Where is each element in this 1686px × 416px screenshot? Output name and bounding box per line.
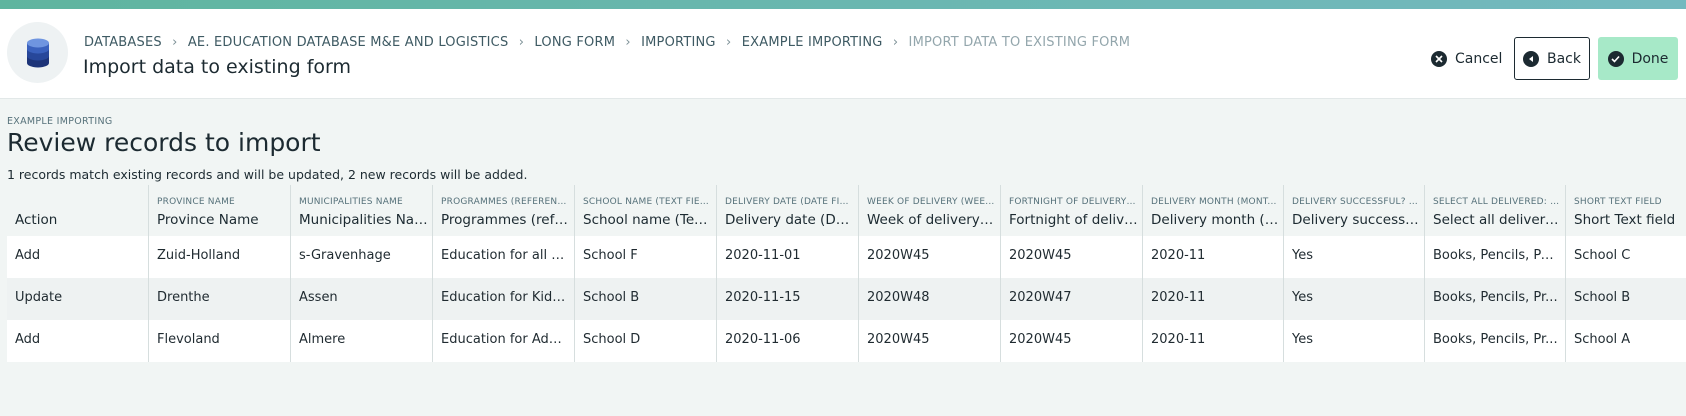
breadcrumb-long-form[interactable]: LONG FORM	[534, 35, 615, 50]
chevron-right-icon: ›	[172, 34, 178, 50]
top-accent-bar	[0, 0, 1686, 9]
table-cell: School F	[575, 236, 717, 278]
table-cell: Books, Pencils, Pa...	[1425, 236, 1566, 278]
table-cell: Education for all 2...	[433, 236, 575, 278]
chevron-right-icon: ›	[726, 34, 732, 50]
check-circle-icon	[1607, 50, 1624, 67]
table-cell: Books, Pencils, Pr...	[1425, 278, 1566, 320]
table-cell: Zuid-Holland	[149, 236, 291, 278]
section-title: Review records to import	[7, 128, 321, 157]
table-cell: 2020-11-01	[717, 236, 859, 278]
table-cell: Yes	[1284, 320, 1425, 362]
breadcrumb-current: IMPORT DATA TO EXISTING FORM	[908, 34, 1131, 50]
table-cell: Assen	[291, 278, 433, 320]
table-cell: 2020W48	[859, 278, 1001, 320]
page-header: DATABASES › AE. EDUCATION DATABASE M&E A…	[0, 9, 1686, 99]
column-header-short-text-field[interactable]: SHORT TEXT FIELD Short Text field	[1566, 185, 1685, 236]
column-header-programmes[interactable]: PROGRAMMES (REFERENC... Programmes (refe…	[433, 185, 575, 236]
table-row[interactable]: Update Drenthe Assen Education for Kids.…	[7, 278, 1686, 320]
chevron-right-icon: ›	[625, 34, 631, 50]
column-header-delivery-date[interactable]: DELIVERY DATE (DATE FIE... Delivery date…	[717, 185, 859, 236]
table-cell: Flevoland	[149, 320, 291, 362]
breadcrumb-importing[interactable]: IMPORTING	[641, 35, 716, 50]
table-cell: 2020W45	[1001, 236, 1143, 278]
column-header-province[interactable]: PROVINCE NAME Province Name	[149, 185, 291, 236]
column-header-school-name[interactable]: SCHOOL NAME (TEXT FIELD) School name (Te…	[575, 185, 717, 236]
close-circle-icon	[1431, 50, 1447, 67]
breadcrumb-database[interactable]: AE. EDUCATION DATABASE M&E AND LOGISTICS	[188, 35, 509, 50]
section-label: EXAMPLE IMPORTING	[7, 116, 113, 127]
table-cell: Yes	[1284, 236, 1425, 278]
table-cell: 2020W45	[859, 236, 1001, 278]
table-cell: 2020-11-06	[717, 320, 859, 362]
column-header-fortnight-of-delivery[interactable]: FORTNIGHT OF DELIVERY ... Fortnight of d…	[1001, 185, 1143, 236]
table-cell: School A	[1574, 332, 1631, 347]
breadcrumb-example-importing[interactable]: EXAMPLE IMPORTING	[742, 35, 883, 50]
table-row[interactable]: Add Flevoland Almere Education for Adu..…	[7, 320, 1686, 362]
table-cell: School C	[1574, 248, 1631, 263]
column-header-delivery-successful[interactable]: DELIVERY SUCCESSFUL? (S... Delivery succ…	[1284, 185, 1425, 236]
table-cell: 2020W45	[1001, 320, 1143, 362]
table-header-row: Action PROVINCE NAME Province Name MUNIC…	[7, 185, 1686, 236]
page-title: Import data to existing form	[83, 56, 351, 78]
table-cell: Education for Kids...	[433, 278, 575, 320]
table-cell: 2020-11	[1143, 320, 1284, 362]
table-cell: Books, Pencils, Pr...	[1425, 320, 1566, 362]
table-cell: Education for Adu...	[433, 320, 575, 362]
cancel-button[interactable]: Cancel	[1421, 37, 1512, 80]
column-header-week-of-delivery[interactable]: WEEK OF DELIVERY (WEE... Week of deliver…	[859, 185, 1001, 236]
table-cell: Yes	[1284, 278, 1425, 320]
table-cell: Drenthe	[149, 278, 291, 320]
column-header-delivery-month[interactable]: DELIVERY MONTH (MONT... Delivery month (…	[1143, 185, 1284, 236]
review-table: Action PROVINCE NAME Province Name MUNIC…	[7, 185, 1686, 362]
table-cell: 2020-11	[1143, 278, 1284, 320]
back-button[interactable]: Back	[1514, 37, 1590, 80]
table-cell: 2020W45	[859, 320, 1001, 362]
table-cell: School B	[575, 278, 717, 320]
table-cell: 2020-11	[1143, 236, 1284, 278]
breadcrumb: DATABASES › AE. EDUCATION DATABASE M&E A…	[84, 33, 1130, 51]
table-cell: s-Gravenhage	[291, 236, 433, 278]
chevron-right-icon: ›	[892, 34, 899, 50]
done-button-label: Done	[1631, 50, 1669, 67]
table-cell: School D	[575, 320, 717, 362]
table-cell: Update	[7, 278, 149, 320]
table-cell: 2020-11-15	[717, 278, 859, 320]
import-summary: 1 records match existing records and wil…	[7, 167, 528, 182]
table-body: Add Zuid-Holland s-Gravenhage Education …	[7, 236, 1686, 362]
table-cell: Almere	[291, 320, 433, 362]
chevron-right-icon: ›	[518, 34, 525, 50]
database-icon	[7, 22, 68, 83]
column-header-action: Action	[7, 185, 149, 236]
breadcrumb-databases[interactable]: DATABASES	[84, 35, 162, 50]
table-cell: Add	[7, 236, 149, 278]
column-header-select-all-delivered[interactable]: SELECT ALL DELIVERED: (... Select all de…	[1425, 185, 1566, 236]
table-cell: Add	[7, 320, 149, 362]
table-cell: School B	[1574, 290, 1631, 305]
column-header-municipalities[interactable]: MUNICIPALITIES NAME Municipalities Name	[291, 185, 433, 236]
arrow-left-circle-icon	[1523, 50, 1539, 67]
back-button-label: Back	[1547, 50, 1581, 67]
table-row[interactable]: Add Zuid-Holland s-Gravenhage Education …	[7, 236, 1686, 278]
done-button[interactable]: Done	[1598, 37, 1678, 80]
table-cell: 2020W47	[1001, 278, 1143, 320]
cancel-button-label: Cancel	[1455, 50, 1503, 67]
